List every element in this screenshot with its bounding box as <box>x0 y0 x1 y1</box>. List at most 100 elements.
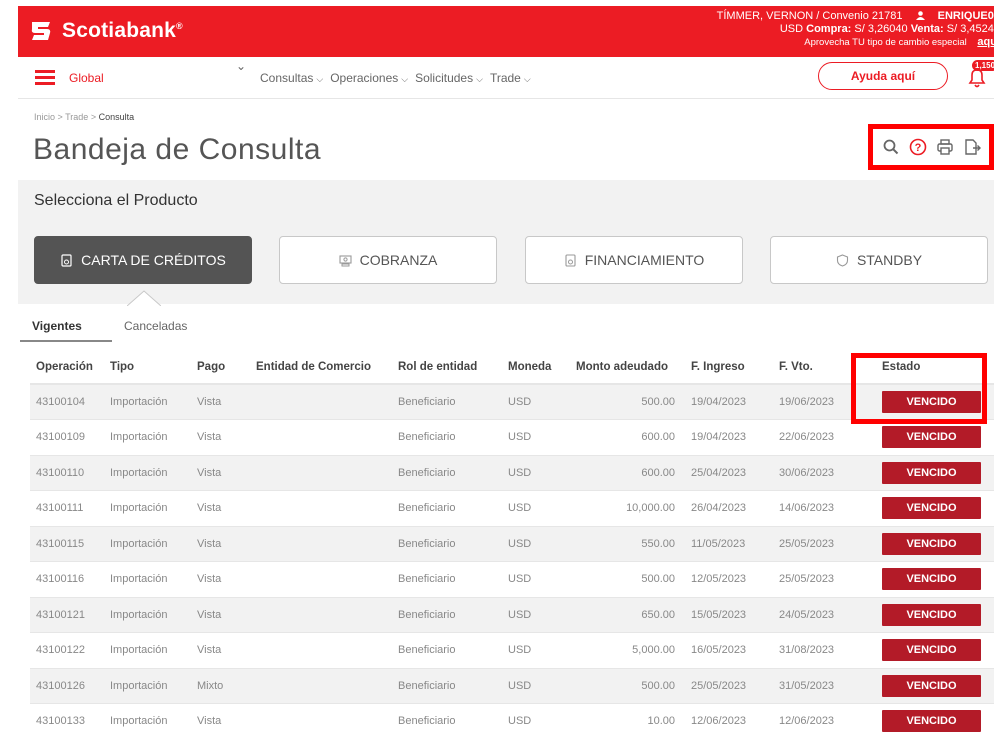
status-badge[interactable]: VENCIDO <box>882 391 981 413</box>
menu-consultas[interactable]: Consultas ⌵ <box>260 71 323 85</box>
product-financiamiento[interactable]: FINANCIAMIENTO <box>525 236 743 284</box>
cell-ingreso: 12/05/2023 <box>685 561 773 598</box>
status-badge[interactable]: VENCIDO <box>882 426 981 449</box>
status-badge[interactable]: VENCIDO <box>882 568 981 591</box>
cell-rol: Beneficiario <box>392 632 502 669</box>
table-row[interactable]: 43100111 Importación Vista Beneficiario USD 1… <box>30 490 994 527</box>
cell-estado: VENCIDO <box>862 668 994 704</box>
cell-op: 43100115 <box>30 526 104 562</box>
cell-vto: 25/05/2023 <box>773 526 862 562</box>
tab-vigentes[interactable]: Vigentes <box>32 319 82 333</box>
print-icon[interactable] <box>936 138 954 156</box>
table-row[interactable]: 43100122 Importación Vista Beneficiario USD 5… <box>30 632 994 669</box>
help-icon[interactable]: ? <box>909 138 927 156</box>
col-tipo[interactable]: Tipo <box>104 350 191 385</box>
cell-pago: Vista <box>191 490 250 527</box>
help-button[interactable]: Ayuda aquí <box>818 62 948 90</box>
svg-text:?: ? <box>915 142 922 154</box>
fx-rates: USD Compra: S/ 3,26040 Venta: S/ 3,45240 <box>779 23 994 35</box>
cell-vto: 24/05/2023 <box>773 597 862 633</box>
cell-tipo: Importación <box>104 632 191 669</box>
search-icon[interactable] <box>882 138 900 156</box>
status-badge[interactable]: VENCIDO <box>882 710 981 733</box>
cell-monto: 10.00 <box>570 703 685 734</box>
status-badge[interactable]: VENCIDO <box>882 461 981 484</box>
cell-vto: 12/06/2023 <box>773 703 862 734</box>
table-row[interactable]: 43100116 Importación Vista Beneficiario USD 5… <box>30 561 994 598</box>
breadcrumb-inicio[interactable]: Inicio <box>34 112 55 122</box>
product-cobranza[interactable]: COBRANZA <box>279 236 497 284</box>
cell-moneda: USD <box>502 455 570 491</box>
cell-ingreso: 25/05/2023 <box>685 668 773 704</box>
cell-entidad <box>250 526 392 562</box>
table-row[interactable]: 43100121 Importación Vista Beneficiario USD 6… <box>30 597 994 633</box>
cell-rol: Beneficiario <box>392 597 502 633</box>
col-entidad-comercio[interactable]: Entidad de Comercio <box>250 350 392 385</box>
status-badge[interactable]: VENCIDO <box>882 497 981 520</box>
product-standby[interactable]: STANDBY <box>770 236 988 284</box>
hamburger-icon[interactable] <box>35 70 55 85</box>
export-icon[interactable] <box>963 138 981 156</box>
status-badge[interactable]: VENCIDO <box>882 639 981 662</box>
menu-operaciones[interactable]: Operaciones ⌵ <box>330 71 408 85</box>
col-pago[interactable]: Pago <box>191 350 250 385</box>
table-row[interactable]: 43100104 Importación Vista Beneficiario USD 5… <box>30 384 994 420</box>
col-moneda[interactable]: Moneda <box>502 350 570 385</box>
col-f-ingreso[interactable]: F. Ingreso <box>685 350 773 385</box>
cell-rol: Beneficiario <box>392 419 502 456</box>
cell-rol: Beneficiario <box>392 561 502 598</box>
col-rol-entidad[interactable]: Rol de entidad <box>392 350 502 385</box>
cell-estado: VENCIDO <box>862 597 994 633</box>
product-section: Selecciona el Producto CARTA DE CRÉDITOS… <box>18 180 994 304</box>
cell-estado: VENCIDO <box>862 561 994 598</box>
finance-icon <box>565 253 576 267</box>
breadcrumb-trade[interactable]: Trade <box>65 112 88 122</box>
table-row[interactable]: 43100110 Importación Vista Beneficiario USD 6… <box>30 455 994 491</box>
cell-vto: 31/08/2023 <box>773 632 862 669</box>
table-row[interactable]: 43100115 Importación Vista Beneficiario USD 5… <box>30 526 994 562</box>
cell-ingreso: 15/05/2023 <box>685 597 773 633</box>
cell-estado: VENCIDO <box>862 703 994 734</box>
username[interactable]: ENRIQUE01 <box>915 10 994 22</box>
col-estado[interactable]: Estado <box>862 350 994 385</box>
operations-table: Operación Tipo Pago Entidad de Comercio … <box>30 350 994 734</box>
status-badge[interactable]: VENCIDO <box>882 674 981 697</box>
cell-vto: 22/06/2023 <box>773 419 862 456</box>
cell-pago: Mixto <box>191 668 250 704</box>
table-row[interactable]: 43100126 Importación Mixto Beneficiario USD 5… <box>30 668 994 704</box>
product-carta-de-creditos[interactable]: CARTA DE CRÉDITOS <box>34 236 252 284</box>
tab-canceladas[interactable]: Canceladas <box>124 319 187 333</box>
cell-op: 43100122 <box>30 632 104 669</box>
brand-logo[interactable]: Scotiabank® <box>28 18 183 44</box>
nav-global[interactable]: Global <box>69 71 104 85</box>
cell-entidad <box>250 455 392 491</box>
col-monto-adeudado[interactable]: Monto adeudado <box>570 350 685 385</box>
main-menu: Consultas ⌵ Operaciones ⌵ Solicitudes ⌵ Tra… <box>260 71 531 85</box>
cell-monto: 500.00 <box>570 668 685 704</box>
menu-trade[interactable]: Trade ⌵ <box>490 71 531 85</box>
top-bar: Scotiabank® TÍMMER, VERNON / Convenio 21… <box>18 6 994 57</box>
cell-tipo: Importación <box>104 703 191 734</box>
cell-vto: 14/06/2023 <box>773 490 862 527</box>
col-operacion[interactable]: Operación <box>30 350 104 385</box>
promo-link[interactable]: aquí <box>977 36 994 48</box>
cell-op: 43100116 <box>30 561 104 598</box>
chevron-down-icon[interactable]: ⌄ <box>236 59 246 73</box>
cell-pago: Vista <box>191 419 250 456</box>
shield-icon <box>836 253 849 267</box>
status-badge[interactable]: VENCIDO <box>882 603 981 626</box>
cell-entidad <box>250 561 392 598</box>
table-row[interactable]: 43100109 Importación Vista Beneficiario USD 6… <box>30 419 994 456</box>
cell-estado: VENCIDO <box>862 632 994 669</box>
cell-monto: 10,000.00 <box>570 490 685 527</box>
menu-solicitudes[interactable]: Solicitudes ⌵ <box>415 71 483 85</box>
money-icon <box>339 254 352 266</box>
cell-moneda: USD <box>502 668 570 704</box>
document-icon <box>61 253 72 267</box>
cell-moneda: USD <box>502 632 570 669</box>
status-badge[interactable]: VENCIDO <box>882 532 981 555</box>
col-f-vto[interactable]: F. Vto. <box>773 350 862 385</box>
cell-monto: 5,000.00 <box>570 632 685 669</box>
cell-tipo: Importación <box>104 526 191 562</box>
table-row[interactable]: 43100133 Importación Vista Beneficiario USD 1… <box>30 703 994 734</box>
